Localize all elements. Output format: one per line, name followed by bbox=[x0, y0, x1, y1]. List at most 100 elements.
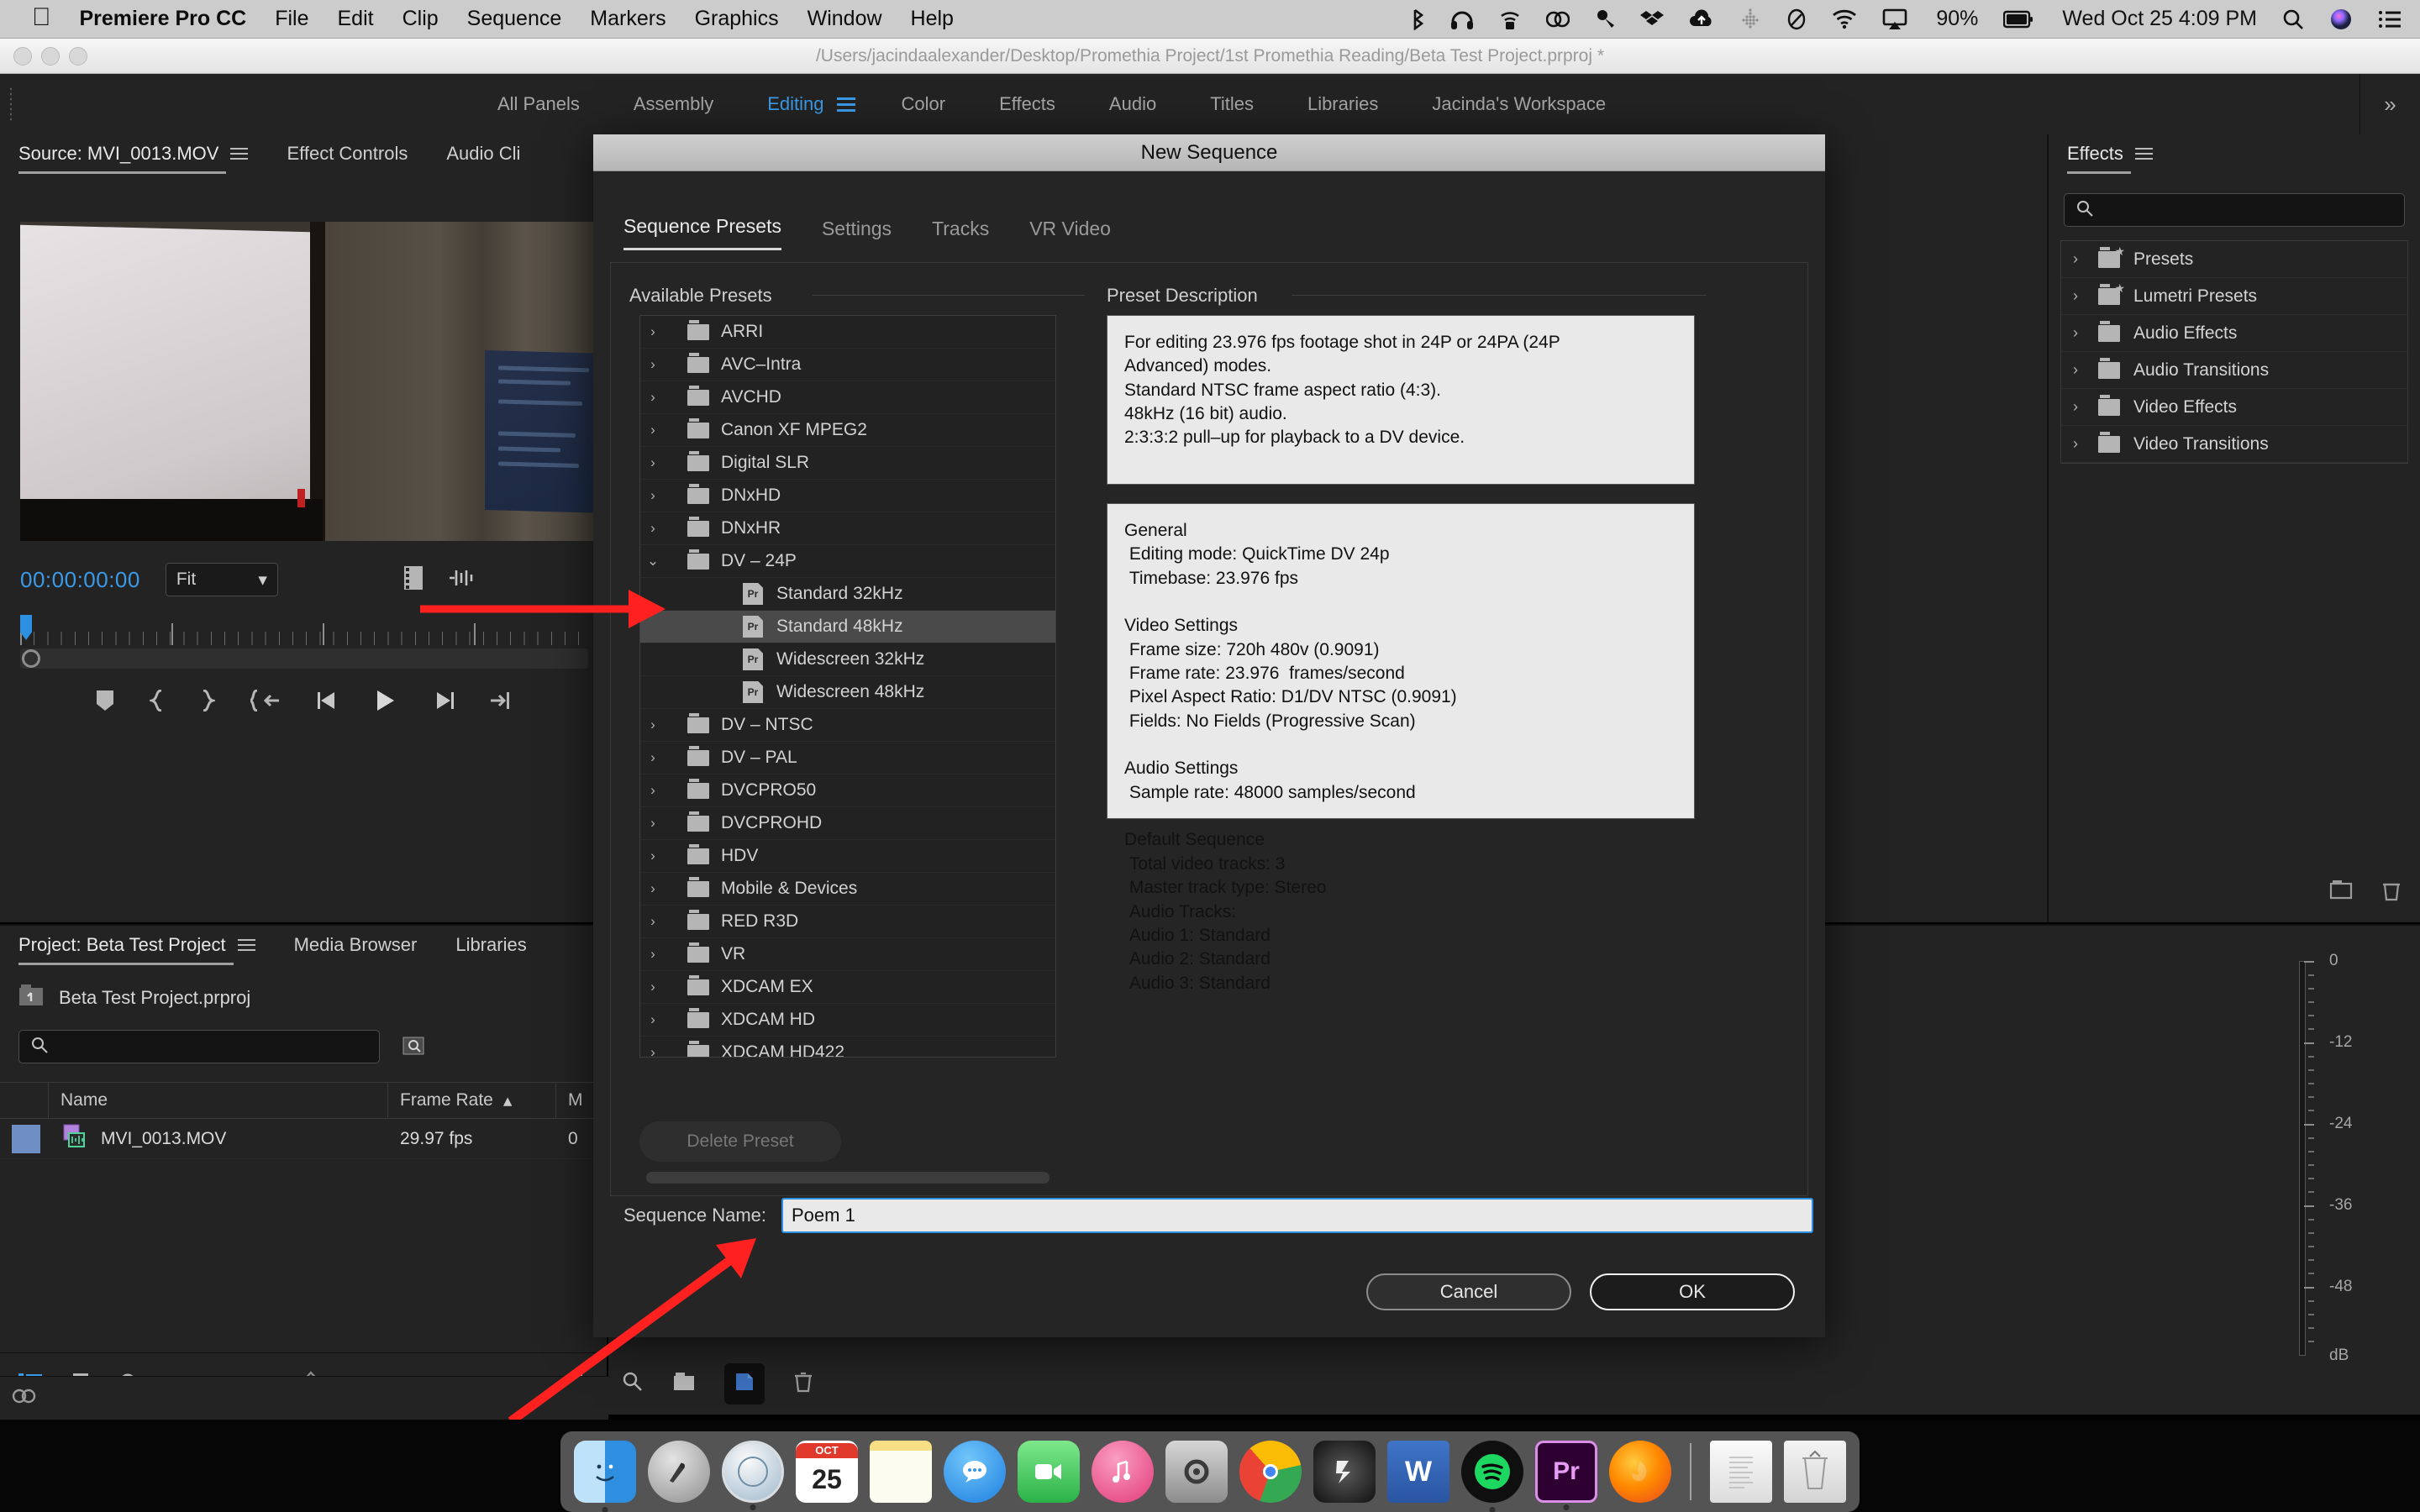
workspace-menu-icon[interactable] bbox=[837, 97, 855, 112]
chevron-right-icon[interactable]: › bbox=[2073, 435, 2085, 453]
chevron-right-icon[interactable]: › bbox=[640, 422, 666, 438]
dock-app-system-preferences[interactable] bbox=[1165, 1441, 1228, 1503]
go-to-in-button[interactable] bbox=[250, 690, 281, 716]
panel-grip-icon[interactable] bbox=[0, 74, 22, 134]
scrollbar-handle[interactable] bbox=[22, 649, 40, 668]
workspace-overflow-icon[interactable]: » bbox=[2360, 74, 2420, 134]
preset-row[interactable]: ›ARRI bbox=[640, 316, 1055, 349]
step-back-button[interactable] bbox=[316, 690, 339, 715]
workspace-tab-libraries[interactable]: Libraries bbox=[1307, 93, 1378, 115]
headphones-icon[interactable] bbox=[1450, 8, 1474, 30]
effects-search-input[interactable] bbox=[2102, 201, 2370, 220]
preset-row[interactable]: ›AVCHD bbox=[640, 381, 1055, 414]
chevron-right-icon[interactable]: › bbox=[640, 323, 666, 340]
preset-row[interactable]: ›Digital SLR bbox=[640, 447, 1055, 480]
chevron-right-icon[interactable]: › bbox=[640, 717, 666, 733]
preset-row[interactable]: ›DVCPROHD bbox=[640, 807, 1055, 840]
ellipse-icon[interactable] bbox=[1786, 8, 1807, 30]
hamburger-icon[interactable] bbox=[230, 148, 248, 160]
source-video-frame[interactable] bbox=[20, 222, 607, 541]
dialog-tab-vr-video[interactable]: VR Video bbox=[1029, 218, 1111, 250]
workspace-tab-color[interactable]: Color bbox=[901, 93, 945, 115]
column-frame-rate[interactable]: Frame Rate ▴ bbox=[388, 1082, 556, 1119]
menu-sequence[interactable]: Sequence bbox=[467, 7, 562, 31]
preset-row[interactable]: ›DNxHD bbox=[640, 480, 1055, 512]
dock-app-finder[interactable] bbox=[574, 1441, 636, 1503]
hamburger-icon[interactable] bbox=[2135, 148, 2153, 160]
battery-icon[interactable] bbox=[2003, 10, 2033, 29]
wifi-lock-icon[interactable] bbox=[1499, 8, 1521, 30]
chevron-right-icon[interactable]: › bbox=[2073, 287, 2085, 305]
zoom-level-select[interactable]: Fit ▾ bbox=[166, 563, 278, 596]
preset-row[interactable]: ›VR bbox=[640, 938, 1055, 971]
step-forward-button[interactable] bbox=[432, 690, 455, 715]
preset-tree-hscrollbar[interactable] bbox=[646, 1172, 1050, 1184]
dock-app-notes[interactable] bbox=[870, 1441, 932, 1503]
dock-app-chrome[interactable] bbox=[1239, 1441, 1302, 1503]
preset-row[interactable]: ›Canon XF MPEG2 bbox=[640, 414, 1055, 447]
column-name[interactable]: Name bbox=[49, 1082, 388, 1119]
new-custom-bin-icon[interactable] bbox=[2329, 879, 2353, 906]
waveform-icon[interactable] bbox=[448, 567, 475, 593]
tab-media-browser[interactable]: Media Browser bbox=[294, 934, 418, 956]
hamburger-icon[interactable] bbox=[238, 939, 255, 951]
delete-icon[interactable] bbox=[793, 1371, 813, 1397]
source-zoom-scrollbar[interactable] bbox=[20, 648, 588, 669]
mark-in-button[interactable] bbox=[150, 690, 165, 716]
tab-effects[interactable]: Effects bbox=[2067, 143, 2153, 165]
chevron-right-icon[interactable]: › bbox=[640, 1011, 666, 1028]
search-icon[interactable] bbox=[2282, 8, 2304, 30]
effects-item-audio-transitions[interactable]: › Audio Transitions bbox=[2061, 352, 2407, 389]
chevron-right-icon[interactable]: › bbox=[640, 946, 666, 963]
menu-markers[interactable]: Markers bbox=[590, 7, 666, 31]
chevron-right-icon[interactable]: › bbox=[640, 454, 666, 471]
workspace-tab-all-panels[interactable]: All Panels bbox=[497, 93, 580, 115]
cloud-upload-icon[interactable] bbox=[1689, 8, 1714, 30]
airplay-icon[interactable] bbox=[1882, 8, 1907, 30]
menu-edit[interactable]: Edit bbox=[338, 7, 374, 31]
workspace-tab-jacindas-workspace[interactable]: Jacinda's Workspace bbox=[1432, 93, 1606, 115]
table-row[interactable]: MVI_0013.MOV 29.97 fps 0 bbox=[0, 1119, 607, 1159]
chevron-right-icon[interactable]: › bbox=[640, 749, 666, 766]
battery-percent[interactable]: 90% bbox=[1936, 7, 1978, 31]
preset-row[interactable]: ›DV – NTSC bbox=[640, 709, 1055, 742]
menubar-app-name[interactable]: Premiere Pro CC bbox=[80, 7, 247, 31]
chevron-right-icon[interactable]: › bbox=[2073, 361, 2085, 379]
effects-item-video-effects[interactable]: › Video Effects bbox=[2061, 389, 2407, 426]
chevron-right-icon[interactable]: › bbox=[2073, 398, 2085, 416]
chevron-right-icon[interactable]: › bbox=[640, 913, 666, 930]
find-icon[interactable] bbox=[622, 1371, 644, 1397]
effects-item-audio-effects[interactable]: › Audio Effects bbox=[2061, 315, 2407, 352]
ok-button[interactable]: OK bbox=[1590, 1273, 1795, 1310]
column-color[interactable] bbox=[0, 1082, 49, 1119]
chevron-right-icon[interactable]: › bbox=[640, 782, 666, 799]
new-item-icon[interactable] bbox=[724, 1363, 765, 1404]
workspace-tab-effects[interactable]: Effects bbox=[999, 93, 1055, 115]
dots-grid-icon[interactable] bbox=[1739, 8, 1761, 30]
key-icon[interactable] bbox=[1595, 8, 1615, 30]
dock-app-premiere-pro[interactable]: Pr bbox=[1535, 1441, 1597, 1503]
cancel-button[interactable]: Cancel bbox=[1366, 1273, 1571, 1310]
workspace-tab-assembly[interactable]: Assembly bbox=[634, 93, 713, 115]
apple-icon[interactable]:  bbox=[32, 5, 51, 30]
dock-app-calendar[interactable]: OCT 25 bbox=[796, 1441, 858, 1503]
preset-row[interactable]: ›RED R3D bbox=[640, 906, 1055, 938]
chevron-down-icon[interactable]: ⌄ bbox=[640, 553, 666, 570]
preset-row[interactable]: PrWidescreen 48kHz bbox=[640, 676, 1055, 709]
preset-row[interactable]: ›HDV bbox=[640, 840, 1055, 873]
minimize-button[interactable] bbox=[41, 47, 60, 66]
dock-file-documents[interactable] bbox=[1710, 1441, 1772, 1503]
creative-cloud-icon[interactable] bbox=[1546, 8, 1570, 30]
dropbox-icon[interactable] bbox=[1640, 8, 1664, 30]
preset-row[interactable]: ›DVCPRO50 bbox=[640, 774, 1055, 807]
dock-app-media-encoder[interactable] bbox=[1313, 1441, 1376, 1503]
menu-clip[interactable]: Clip bbox=[402, 7, 439, 31]
dock-app-spotify[interactable] bbox=[1461, 1441, 1523, 1503]
tab-source-monitor[interactable]: Source: MVI_0013.MOV bbox=[18, 143, 248, 165]
audio-meter-bar[interactable] bbox=[2299, 961, 2306, 1356]
delete-preset-button[interactable]: Delete Preset bbox=[639, 1121, 841, 1162]
dock-app-facetime[interactable] bbox=[1018, 1441, 1080, 1503]
preset-row[interactable]: ›XDCAM HD422 bbox=[640, 1037, 1055, 1058]
mark-out-button[interactable] bbox=[200, 690, 215, 716]
chevron-right-icon[interactable]: › bbox=[2073, 324, 2085, 342]
